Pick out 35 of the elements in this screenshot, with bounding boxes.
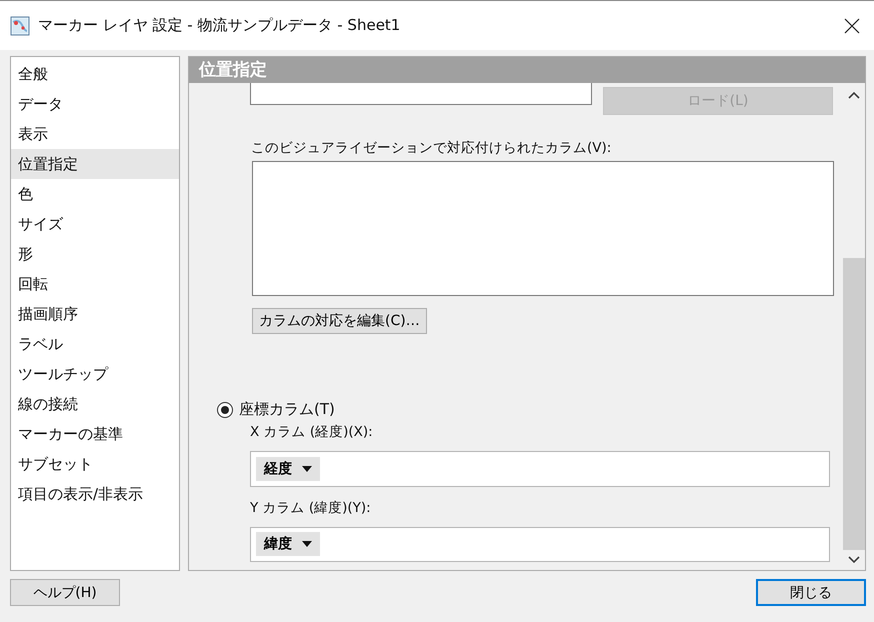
caret-icon bbox=[302, 466, 312, 472]
sidebar-item[interactable]: ラベル bbox=[11, 329, 179, 359]
panel-header: 位置指定 bbox=[189, 57, 865, 83]
sidebar-item[interactable]: 表示 bbox=[11, 119, 179, 149]
sidebar-item[interactable]: 項目の表示/非表示 bbox=[11, 479, 179, 509]
window-title: マーカー レイヤ 設定 - 物流サンプルデータ - Sheet1 bbox=[38, 16, 402, 35]
sidebar-item[interactable]: サイズ bbox=[11, 209, 179, 239]
input-field[interactable] bbox=[250, 83, 592, 105]
field-label: Y カラム (緯度)(Y): bbox=[250, 498, 372, 517]
scroll-thumb[interactable] bbox=[843, 258, 865, 550]
radio-label[interactable]: 座標カラム(T) bbox=[239, 400, 335, 420]
sidebar-item[interactable]: 色 bbox=[11, 179, 179, 209]
sidebar-item[interactable]: 位置指定 bbox=[11, 149, 179, 179]
sidebar-item[interactable]: ツールチップ bbox=[11, 359, 179, 389]
sidebar-item[interactable]: 線の接続 bbox=[11, 389, 179, 419]
sidebar-item[interactable]: 回転 bbox=[11, 269, 179, 299]
column-dropdown[interactable]: 緯度 bbox=[256, 532, 320, 556]
map-icon bbox=[10, 16, 30, 36]
field-label: X カラム (経度)(X): bbox=[250, 423, 374, 442]
sidebar-item[interactable]: 全般 bbox=[11, 59, 179, 89]
sidebar-item[interactable]: 描画順序 bbox=[11, 299, 179, 329]
sidebar-item[interactable]: マーカーの基準 bbox=[11, 419, 179, 449]
sidebar-item[interactable]: データ bbox=[11, 89, 179, 119]
sidebar-item[interactable]: サブセット bbox=[11, 449, 179, 479]
scroll-down-icon[interactable] bbox=[848, 556, 860, 564]
caret-icon bbox=[302, 541, 312, 548]
edit-mapping-button[interactable]: カラムの対応を編集(C)… bbox=[252, 308, 427, 334]
field-label: このビジュアライゼーションで対応付けられたカラム(V): bbox=[251, 139, 612, 157]
close-button[interactable]: 閉じる bbox=[756, 579, 866, 606]
help-button[interactable]: ヘルプ(H) bbox=[10, 579, 120, 606]
close-icon[interactable] bbox=[844, 18, 860, 34]
sidebar-item[interactable]: 形 bbox=[11, 239, 179, 269]
radio-button[interactable] bbox=[217, 402, 233, 418]
column-dropdown[interactable]: 経度 bbox=[256, 457, 320, 482]
scroll-up-icon[interactable] bbox=[848, 91, 860, 99]
